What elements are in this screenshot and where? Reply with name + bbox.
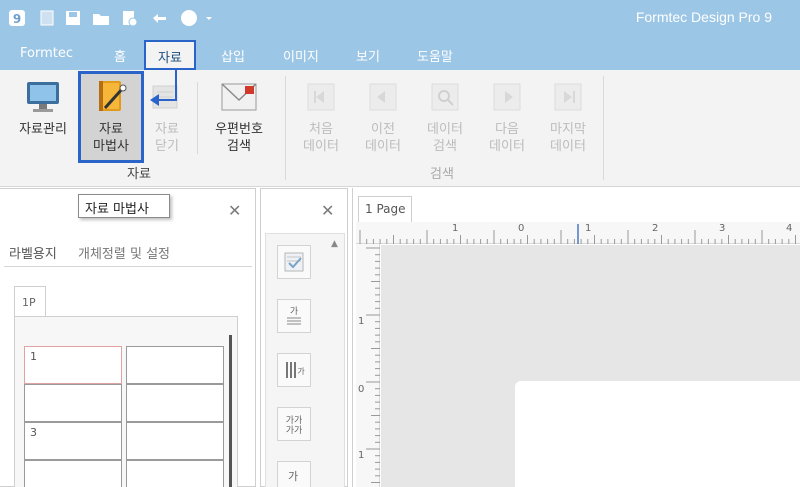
tab-image[interactable]: 이미지	[283, 46, 319, 65]
label-cell[interactable]	[126, 460, 224, 487]
search-record-icon	[431, 83, 459, 111]
svg-text:가가: 가가	[286, 425, 303, 436]
data-close-label: 자료 닫기	[155, 122, 179, 154]
new-file-icon[interactable]	[38, 9, 56, 27]
label-panel: ✕ 라벨용지 개체정렬 및 설정 1P 1 3	[0, 188, 256, 487]
app-logo-icon: 9	[9, 10, 25, 26]
tab-help[interactable]: 도움말	[417, 46, 453, 65]
monitor-icon	[27, 82, 59, 112]
tool-panel: ✕ ▲ 가 가 가가 가가 가	[260, 188, 348, 487]
last-record-icon	[554, 83, 582, 111]
next-data-button[interactable]: 다음 데이터	[482, 78, 532, 155]
first-record-icon	[307, 83, 335, 111]
checklist-icon	[284, 252, 304, 272]
export-icon[interactable]	[120, 9, 138, 27]
envelope-icon	[221, 83, 257, 111]
subtab-label-paper[interactable]: 라벨용지	[9, 243, 57, 262]
font-tool-button[interactable]: 가	[277, 461, 311, 487]
svg-text:9: 9	[13, 12, 21, 26]
prev-data-button[interactable]: 이전 데이터	[358, 78, 408, 155]
text-box-tool-button[interactable]: 가	[277, 299, 311, 333]
vertical-text-icon: 가	[286, 362, 305, 378]
label-cell[interactable]	[126, 422, 224, 460]
tab-data[interactable]: 자료	[144, 40, 196, 70]
ruler-h-label: 2	[652, 223, 659, 234]
label-cell[interactable]: 1	[24, 346, 122, 384]
ruler-h-label: 1	[452, 223, 459, 234]
ruler-h-label: 1	[585, 223, 592, 234]
ruler-v-label: 1	[358, 450, 365, 461]
close-icon[interactable]: ✕	[228, 201, 241, 220]
checklist-tool-button[interactable]	[277, 245, 311, 279]
horizontal-ruler: 1 0 1 2 3 4	[356, 222, 800, 244]
close-icon[interactable]: ✕	[321, 201, 334, 220]
tab-insert[interactable]: 삽입	[221, 46, 245, 65]
last-data-button[interactable]: 마지막 데이터	[540, 78, 596, 155]
label-cell[interactable]: 3	[24, 422, 122, 460]
last-data-label: 마지막 데이터	[550, 122, 586, 154]
label-cell[interactable]	[126, 346, 224, 384]
ruler-h-label: 0	[518, 223, 525, 234]
label-cell[interactable]	[24, 460, 122, 487]
ruler-v-label: 1	[358, 316, 365, 327]
prev-record-icon	[369, 83, 397, 111]
arrow-annotation-icon	[150, 70, 177, 106]
wizard-highlight-box	[78, 71, 144, 163]
subtab-divider	[4, 266, 252, 267]
next-record-icon	[493, 83, 521, 111]
font-icon: 가	[288, 470, 298, 483]
zipcode-search-button[interactable]: 우편번호 검색	[202, 78, 276, 155]
svg-text:가: 가	[288, 470, 298, 483]
zipcode-search-label: 우편번호 검색	[215, 122, 263, 154]
next-data-label: 다음 데이터	[489, 122, 525, 154]
scroll-bar[interactable]	[229, 335, 232, 487]
first-data-label: 처음 데이터	[303, 122, 339, 154]
label-cell[interactable]	[126, 384, 224, 422]
vertical-ruler: 1 0 1	[356, 244, 380, 487]
data-group-label: 자료	[127, 167, 151, 182]
label-page[interactable]	[515, 381, 800, 487]
save-icon[interactable]	[64, 9, 82, 27]
search-data-button[interactable]: 데이터 검색	[420, 78, 470, 155]
group-separator-2	[603, 76, 604, 180]
svg-text:가: 가	[290, 306, 298, 317]
wizard-tooltip: 자료 마법사	[78, 194, 170, 218]
open-folder-icon[interactable]	[92, 9, 110, 27]
data-manage-label: 자료관리	[19, 122, 67, 137]
search-group-label: 검색	[430, 167, 454, 182]
horizontal-ruler-ticks	[359, 224, 796, 244]
app-title: Formtec Design Pro 9	[635, 9, 772, 25]
data-manage-button[interactable]: 자료관리	[10, 78, 76, 138]
char-spacing-tool-button[interactable]: 가가 가가	[277, 407, 311, 441]
page-tab-1p[interactable]: 1P	[14, 286, 46, 316]
title-bar: 9 Formtec Design Pro 9	[0, 0, 800, 38]
menu-bar: Formtec 홈 자료 삽입 이미지 보기 도움말	[0, 38, 800, 70]
ruler-v-label: 0	[358, 384, 365, 395]
tab-home[interactable]: 홈	[114, 46, 126, 65]
vertical-text-tool-button[interactable]: 가	[277, 353, 311, 387]
ruler-h-label: 3	[719, 223, 726, 234]
scroll-up-icon[interactable]: ▲	[331, 239, 338, 249]
ruler-h-label: 4	[786, 223, 793, 234]
color-circle-icon[interactable]	[180, 9, 198, 27]
first-data-button[interactable]: 처음 데이터	[296, 78, 346, 155]
svg-text:가가: 가가	[286, 415, 303, 426]
tab-view[interactable]: 보기	[356, 46, 380, 65]
text-block-icon: 가	[287, 306, 301, 325]
customize-dropdown-icon[interactable]	[204, 9, 214, 27]
undo-icon[interactable]	[150, 9, 168, 27]
prev-data-label: 이전 데이터	[365, 122, 401, 154]
ribbon-separator	[197, 82, 198, 154]
subtab-object-align[interactable]: 개체정렬 및 설정	[78, 243, 170, 262]
page-tab-1-page[interactable]: 1 Page	[358, 196, 412, 222]
svg-text:가: 가	[297, 367, 305, 376]
tab-formtec[interactable]: Formtec	[20, 46, 73, 61]
search-data-label: 데이터 검색	[427, 122, 463, 154]
char-spacing-icon: 가가 가가	[286, 415, 303, 436]
group-separator	[285, 76, 286, 180]
label-cell[interactable]	[24, 384, 122, 422]
